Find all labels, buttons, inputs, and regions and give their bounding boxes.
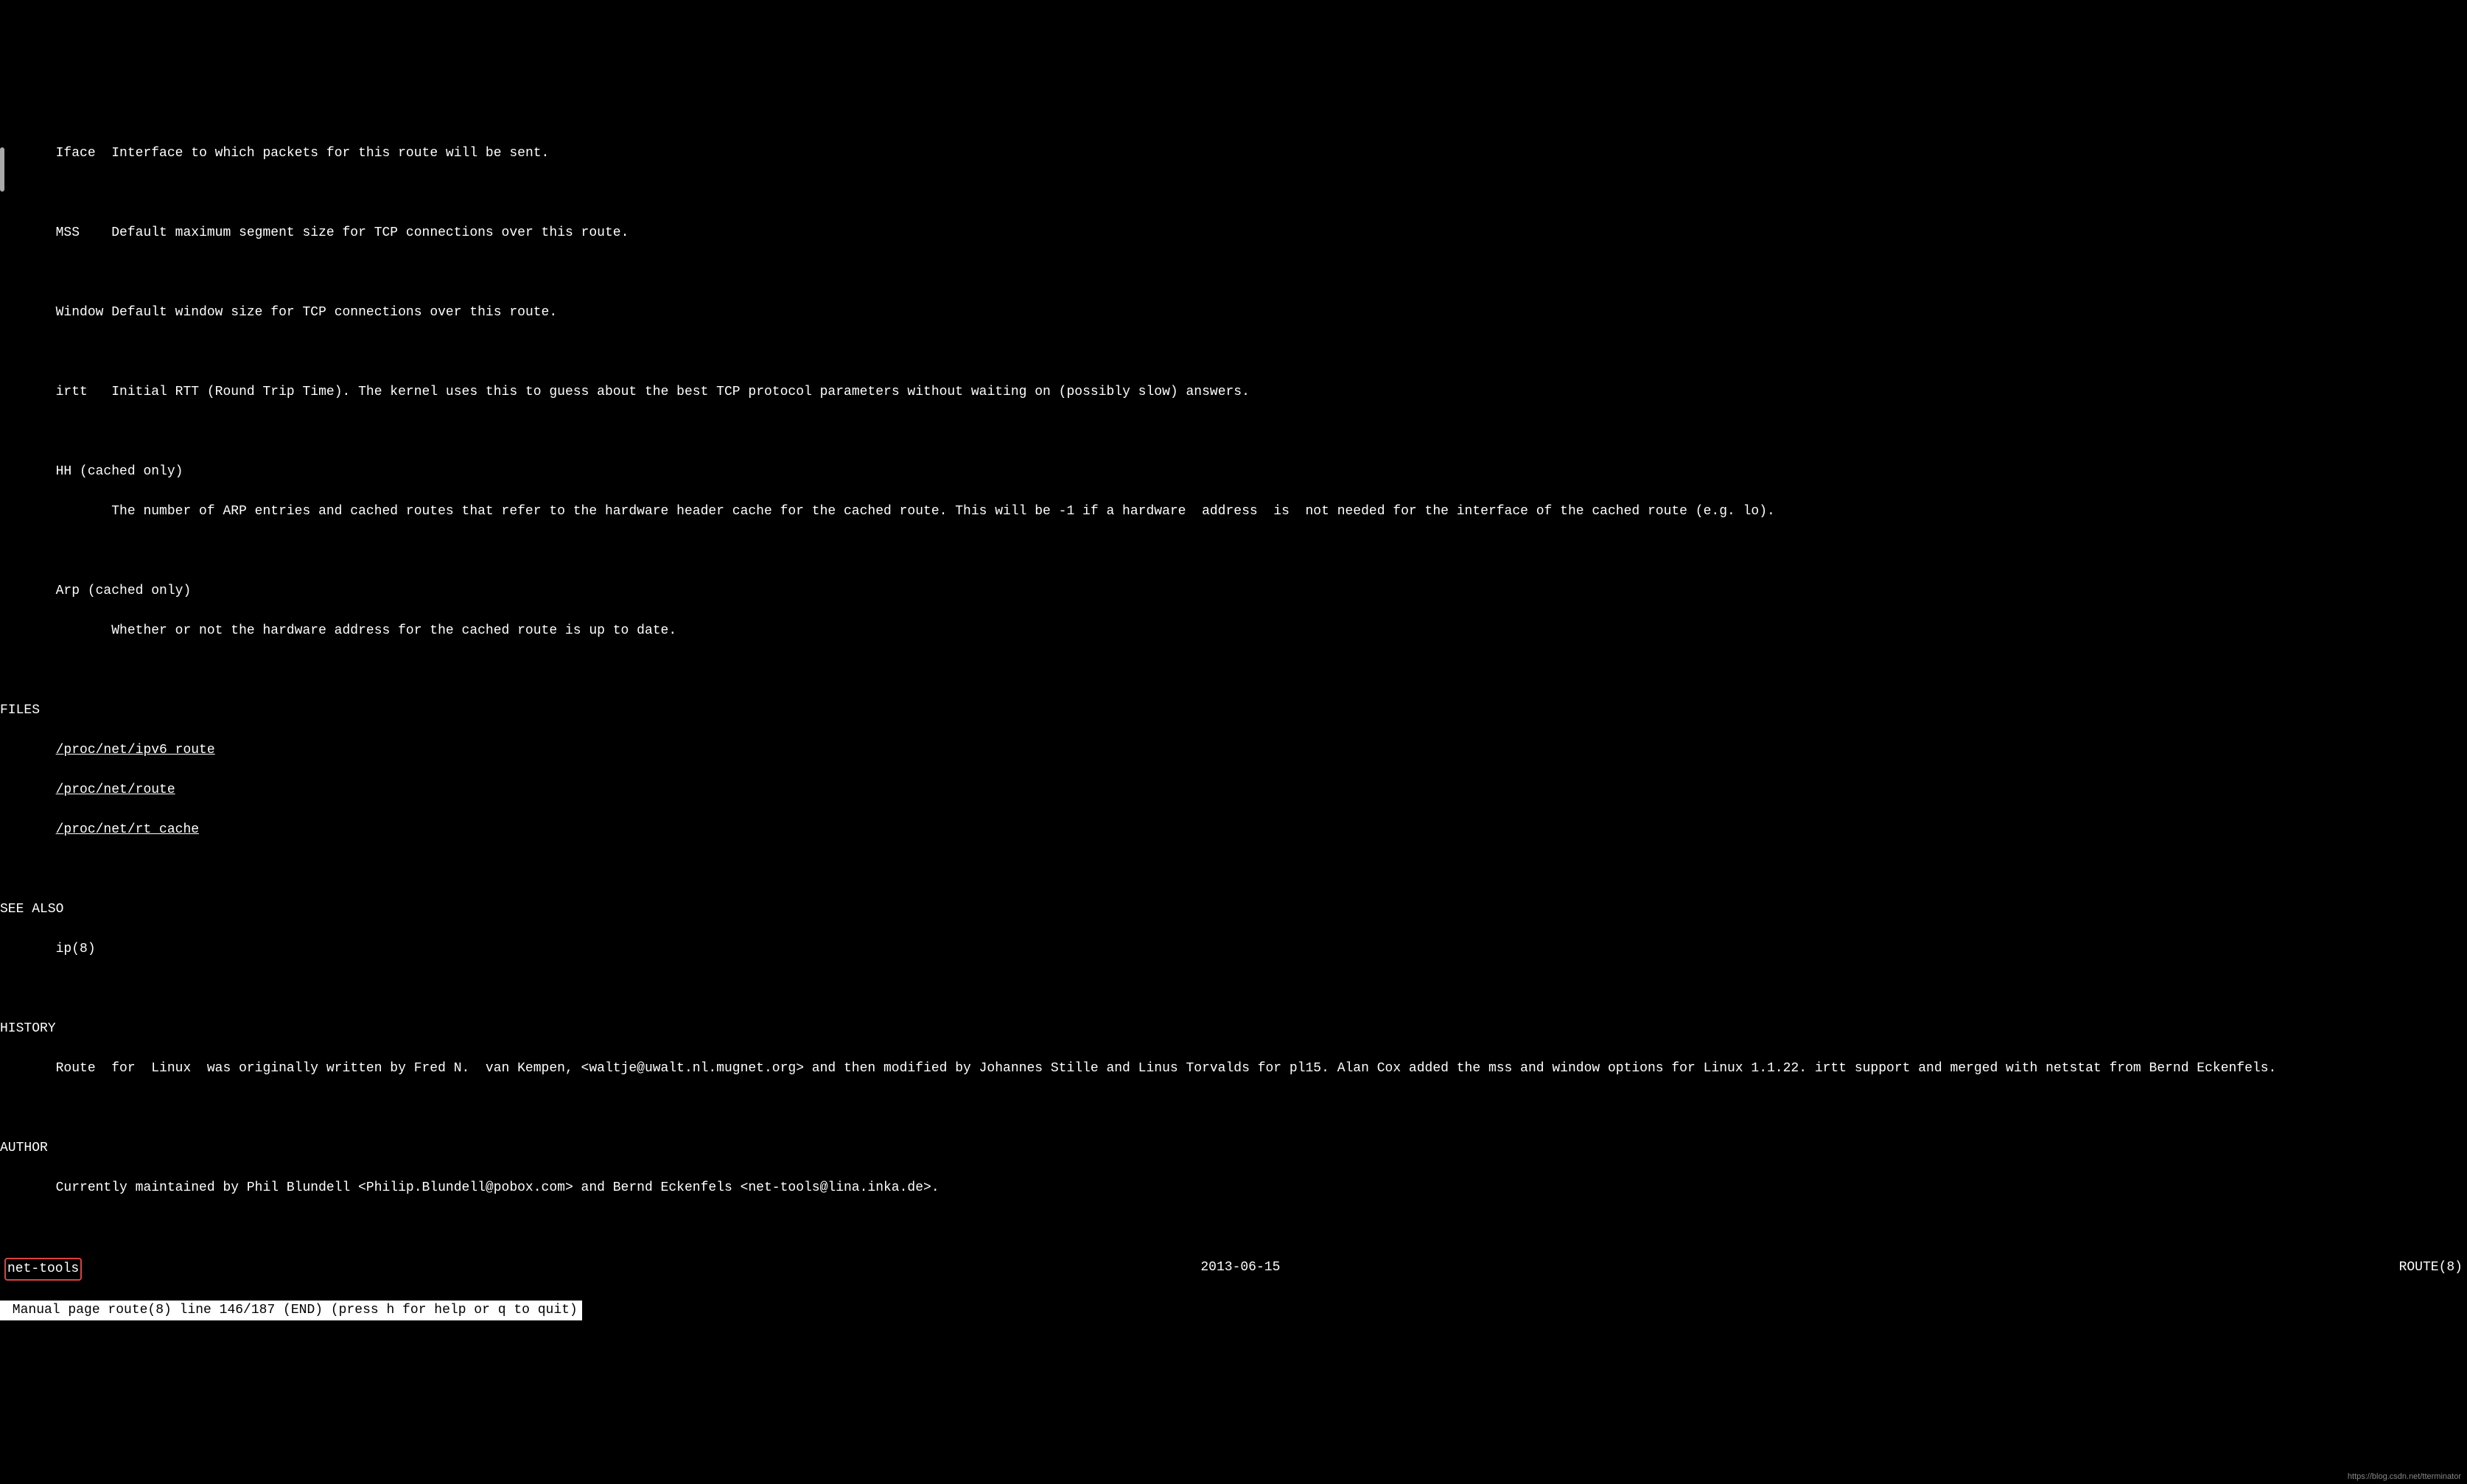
footer-left-highlighted: net-tools <box>4 1258 82 1281</box>
footer-left: net-tools <box>7 1261 79 1276</box>
blank-line <box>0 1218 2467 1238</box>
blank-line <box>0 661 2467 681</box>
section-author-heading: AUTHOR <box>0 1138 2467 1158</box>
entry-mss: MSS Default maximum segment size for TCP… <box>0 223 2467 243</box>
entry-hh-desc: The number of ARP entries and cached rou… <box>0 502 2467 522</box>
blank-line <box>0 1099 2467 1119</box>
seealso-content: ip(8) <box>56 942 96 956</box>
blank-line <box>0 263 2467 283</box>
status-line[interactable]: Manual page route(8) line 146/187 (END) … <box>0 1301 2467 1320</box>
term-hh: HH (cached only) <box>56 464 183 479</box>
manpage-content: Iface Interface to which packets for thi… <box>0 119 2467 1345</box>
author-content: Currently maintained by Phil Blundell <P… <box>56 1180 939 1195</box>
entry-arp-term: Arp (cached only) <box>0 581 2467 601</box>
scrollbar[interactable] <box>0 147 4 192</box>
desc-window: Default window size for TCP connections … <box>111 305 557 320</box>
term-window: Window <box>56 305 104 320</box>
file-path-1: /proc/net/route <box>56 783 175 797</box>
section-seealso-heading: SEE ALSO <box>0 900 2467 920</box>
file-link-0: /proc/net/ipv6_route <box>0 741 2467 760</box>
blank-line <box>0 183 2467 203</box>
author-text: Currently maintained by Phil Blundell <P… <box>0 1178 2467 1198</box>
entry-hh-term: HH (cached only) <box>0 462 2467 482</box>
file-path-0: /proc/net/ipv6_route <box>56 743 215 757</box>
blank-line <box>0 422 2467 442</box>
term-mss: MSS <box>56 225 80 240</box>
footer-right: ROUTE(8) <box>2399 1258 2463 1281</box>
blank-line <box>0 979 2467 999</box>
entry-arp-desc: Whether or not the hardware address for … <box>0 621 2467 641</box>
seealso-text: ip(8) <box>0 939 2467 959</box>
footer-line: net-tools 2013-06-15 ROUTE(8) <box>0 1258 2467 1281</box>
watermark: https://blog.csdn.net/tterminator <box>2348 1471 2461 1483</box>
history-text: Route for Linux was originally written b… <box>0 1059 2467 1079</box>
footer-center: 2013-06-15 <box>1200 1258 1280 1281</box>
entry-window: Window Default window size for TCP conne… <box>0 303 2467 323</box>
desc-hh: The number of ARP entries and cached rou… <box>111 504 1775 519</box>
blank-line <box>0 542 2467 561</box>
entry-iface: Iface Interface to which packets for thi… <box>0 144 2467 164</box>
term-irtt: irtt <box>56 385 88 399</box>
term-iface: Iface <box>56 146 96 161</box>
file-link-2: /proc/net/rt_cache <box>0 820 2467 840</box>
desc-arp: Whether or not the hardware address for … <box>111 623 676 638</box>
history-content: Route for Linux was originally written b… <box>56 1061 2277 1076</box>
desc-irtt: Initial RTT (Round Trip Time). The kerne… <box>111 385 1250 399</box>
term-arp: Arp (cached only) <box>56 584 192 598</box>
blank-line <box>0 860 2467 880</box>
file-path-2: /proc/net/rt_cache <box>56 822 199 837</box>
section-history-heading: HISTORY <box>0 1019 2467 1039</box>
desc-mss: Default maximum segment size for TCP con… <box>111 225 629 240</box>
blank-line <box>0 343 2467 363</box>
entry-irtt: irtt Initial RTT (Round Trip Time). The … <box>0 382 2467 402</box>
desc-iface: Interface to which packets for this rout… <box>111 146 549 161</box>
pager-status[interactable]: Manual page route(8) line 146/187 (END) … <box>0 1301 582 1320</box>
file-link-1: /proc/net/route <box>0 780 2467 800</box>
section-files-heading: FILES <box>0 701 2467 721</box>
